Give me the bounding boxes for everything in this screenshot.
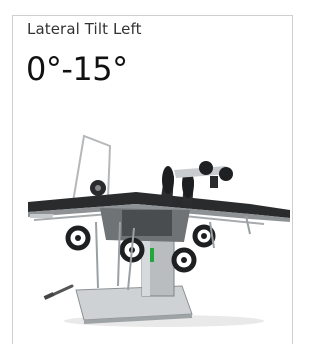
spec-value: 0°-15°	[26, 50, 128, 88]
operating-table-image	[28, 134, 290, 327]
spec-label: Lateral Tilt Left	[27, 20, 142, 38]
